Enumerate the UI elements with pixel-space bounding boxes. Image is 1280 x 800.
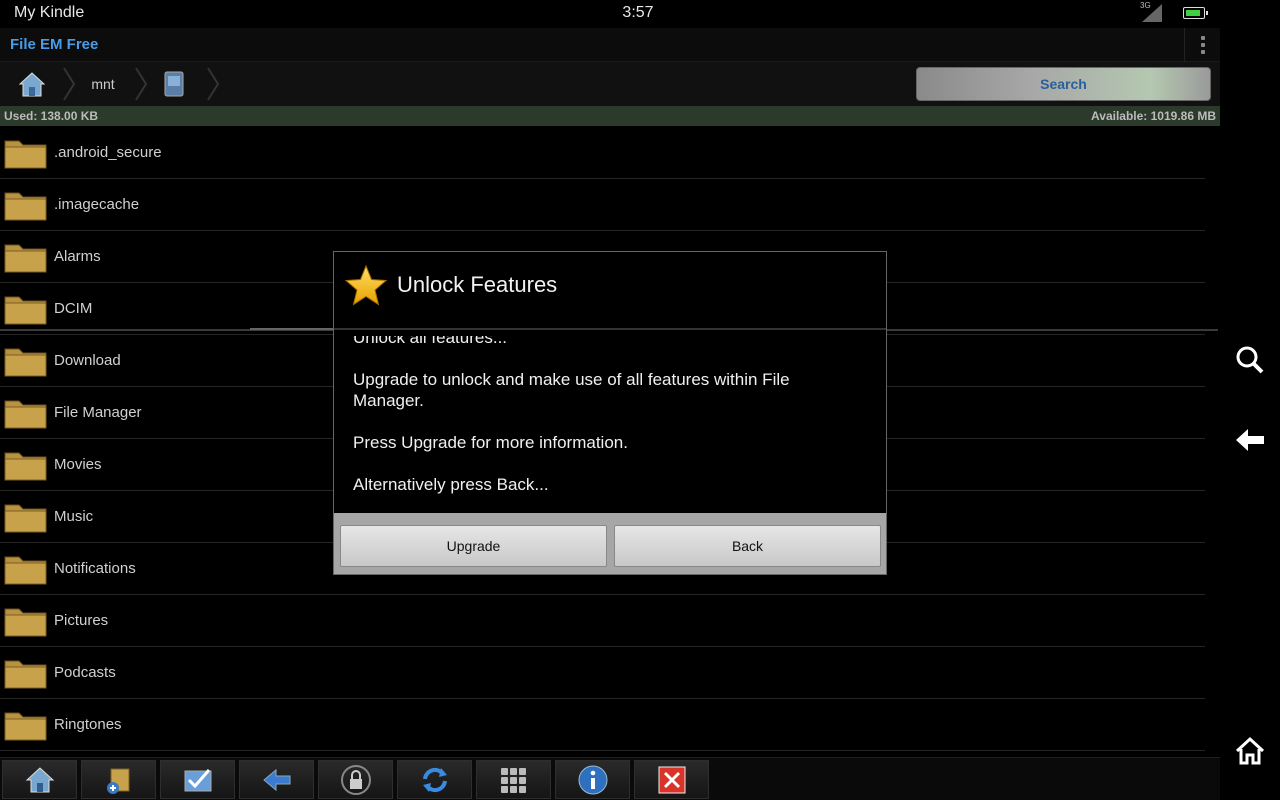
clock: 3:57 — [622, 4, 654, 21]
dialog-partial-line: Unlock all features... — [353, 336, 508, 347]
folder-icon — [4, 712, 47, 741]
toolbar-multi-select-button[interactable] — [160, 760, 235, 799]
navigation-rail — [1220, 0, 1280, 800]
file-name: .android_secure — [54, 144, 162, 161]
home-icon — [25, 766, 54, 792]
storage-bar: Used: 138.00 KB Available: 1019.86 MB — [0, 106, 1220, 126]
lock-icon — [340, 764, 371, 795]
file-name: Alarms — [54, 248, 101, 265]
folder-icon — [4, 140, 47, 169]
list-item[interactable]: Ringtones — [0, 699, 1205, 751]
toolbar-lock-button[interactable] — [318, 760, 393, 799]
file-name: DCIM — [54, 300, 93, 317]
breadcrumb-segment-mnt[interactable]: mnt — [78, 62, 128, 106]
folder-icon — [4, 400, 47, 429]
toolbar-close-button[interactable] — [634, 760, 709, 799]
file-name: Pictures — [54, 612, 109, 629]
search-button[interactable]: Search — [916, 67, 1211, 101]
file-name: Podcasts — [54, 664, 116, 681]
file-name: File Manager — [54, 404, 142, 421]
bottom-toolbar — [0, 757, 1220, 800]
folder-icon — [4, 296, 47, 325]
dialog-footer: Upgrade Back — [334, 513, 886, 574]
star-icon — [344, 264, 388, 306]
back-arrow-icon — [262, 768, 290, 791]
folder-icon — [4, 244, 47, 273]
chevron-right-icon — [135, 67, 148, 101]
breadcrumb-storage[interactable] — [156, 62, 192, 106]
file-name: Music — [54, 508, 94, 525]
new-folder-icon — [106, 768, 129, 794]
folder-icon — [4, 452, 47, 481]
list-item[interactable]: Pictures — [0, 595, 1205, 647]
breadcrumb: mnt Search — [0, 62, 1220, 106]
folder-icon — [4, 660, 47, 689]
app-bar: File EM Free — [0, 28, 1220, 62]
grid-view-icon — [500, 767, 526, 793]
file-name: Download — [54, 352, 121, 369]
breadcrumb-home[interactable] — [8, 62, 56, 106]
folder-icon — [4, 556, 47, 585]
sd-card-icon — [164, 71, 184, 97]
toolbar-info-button[interactable] — [555, 760, 630, 799]
dialog-body[interactable]: Unlock all features... Upgrade to unlock… — [334, 336, 886, 512]
upgrade-button[interactable]: Upgrade — [340, 525, 607, 567]
toolbar-home-button[interactable] — [2, 760, 77, 799]
folder-icon — [4, 608, 47, 637]
battery-icon — [1183, 7, 1208, 19]
close-icon — [658, 766, 685, 793]
status-bar: My Kindle 3:57 3G — [0, 0, 1220, 28]
nav-home-button[interactable] — [1234, 735, 1266, 767]
chevron-right-icon — [63, 67, 76, 101]
dialog-paragraph: Press Upgrade for more information. — [353, 433, 628, 452]
breadcrumb-label: mnt — [91, 76, 115, 92]
home-icon — [1235, 736, 1265, 765]
folder-icon — [4, 348, 47, 377]
storage-used: Used: 138.00 KB — [4, 109, 99, 123]
unlock-features-dialog: Unlock Features Unlock all features... U… — [333, 251, 887, 575]
network-type-label: 3G — [1140, 1, 1151, 10]
refresh-icon — [422, 767, 447, 792]
info-icon — [578, 765, 607, 794]
dialog-title: Unlock Features — [397, 272, 558, 297]
device-name: My Kindle — [14, 4, 85, 21]
signal-icon: 3G — [1140, 1, 1164, 24]
battery-level — [1186, 10, 1200, 16]
list-item[interactable]: .imagecache — [0, 179, 1205, 231]
file-name: Notifications — [54, 560, 136, 577]
chevron-right-icon — [207, 67, 220, 101]
multi-select-icon — [184, 768, 211, 791]
back-icon — [1236, 429, 1264, 451]
dialog-paragraph: Upgrade to unlock and make use of all fe… — [353, 370, 790, 410]
nav-back-button[interactable] — [1234, 424, 1266, 456]
toolbar-new-folder-button[interactable] — [81, 760, 156, 799]
toolbar-grid-view-button[interactable] — [476, 760, 551, 799]
overflow-menu-button[interactable] — [1184, 28, 1220, 62]
file-name: .imagecache — [54, 196, 140, 213]
nav-search-button[interactable] — [1234, 344, 1266, 376]
list-item[interactable]: .android_secure — [0, 127, 1205, 179]
file-name: Movies — [54, 456, 102, 473]
home-icon — [18, 72, 46, 97]
file-name: Ringtones — [54, 716, 122, 733]
app-title: File EM Free — [10, 36, 99, 53]
toolbar-refresh-button[interactable] — [397, 760, 472, 799]
folder-icon — [4, 192, 47, 221]
storage-available: Available: 1019.86 MB — [1091, 109, 1216, 123]
folder-icon — [4, 504, 47, 533]
search-icon — [1236, 346, 1264, 374]
list-item[interactable]: Podcasts — [0, 647, 1205, 699]
dialog-header: Unlock Features — [334, 252, 886, 330]
dialog-paragraph: Alternatively press Back... — [353, 475, 549, 494]
toolbar-back-button[interactable] — [239, 760, 314, 799]
back-button[interactable]: Back — [614, 525, 881, 567]
